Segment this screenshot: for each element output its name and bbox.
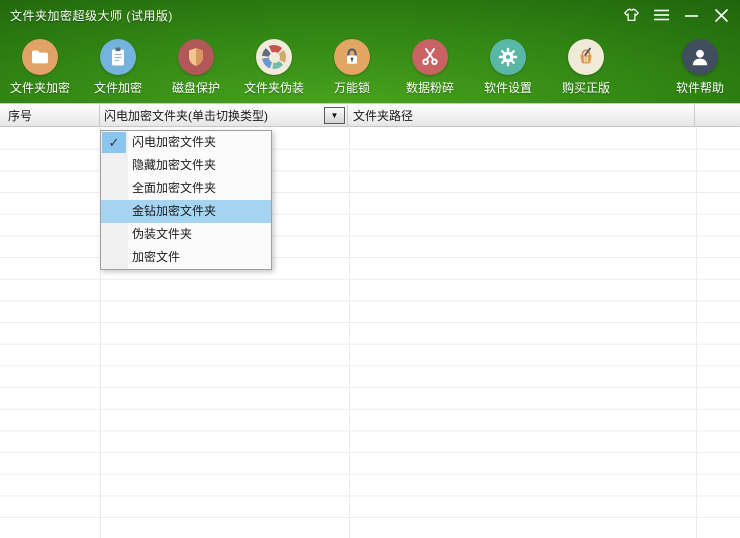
clipboard-icon	[100, 39, 136, 75]
column-header-label: 序号	[8, 107, 32, 124]
toolbar-label: 文件加密	[94, 79, 142, 96]
toolbar-label: 文件夹加密	[10, 79, 70, 96]
menu-item-label: 隐藏加密文件夹	[132, 158, 216, 172]
close-button[interactable]	[710, 4, 732, 26]
column-header-encrypt-type[interactable]: 闪电加密文件夹(单击切换类型) ▼	[100, 105, 348, 126]
toolbar-label: 磁盘保护	[172, 79, 220, 96]
minimize-button[interactable]	[680, 4, 702, 26]
app-header: 文件夹加密超级大师 (试用版) 文件夹加密	[0, 0, 740, 104]
toolbar-label: 购买正版	[562, 79, 610, 96]
minimize-icon	[684, 8, 699, 22]
scissors-icon	[412, 39, 448, 75]
toolbar-file-encrypt[interactable]: 文件加密	[84, 39, 152, 96]
list-header: 序号 闪电加密文件夹(单击切换类型) ▼ 文件夹路径	[0, 105, 740, 127]
skin-shirt-icon	[622, 7, 641, 23]
menu-item-diamond-encrypt-folder[interactable]: 金钻加密文件夹	[101, 200, 271, 223]
menu-item-flash-encrypt-folder[interactable]: ✓ 闪电加密文件夹	[101, 131, 271, 154]
toolbar-folder-encrypt[interactable]: 文件夹加密	[6, 39, 74, 96]
menu-item-label: 闪电加密文件夹	[132, 135, 216, 149]
column-divider	[349, 128, 350, 538]
chevron-down-icon: ▼	[331, 111, 339, 120]
toolbar-label: 万能锁	[334, 79, 370, 96]
menu-item-encrypt-file[interactable]: 加密文件	[101, 246, 271, 269]
menu-item-label: 伪装文件夹	[132, 227, 192, 241]
toolbar-settings[interactable]: 软件设置	[474, 39, 542, 96]
gear-icon	[490, 39, 526, 75]
basket-icon	[568, 39, 604, 75]
toolbar-buy-genuine[interactable]: 购买正版	[552, 39, 620, 96]
skin-button[interactable]	[620, 4, 642, 26]
column-header-folder-path: 文件夹路径	[348, 105, 695, 126]
close-icon	[714, 8, 729, 23]
toolbar-label: 软件设置	[484, 79, 532, 96]
toolbar-label: 文件夹伪装	[244, 79, 304, 96]
shield-icon	[178, 39, 214, 75]
menu-item-label: 金钻加密文件夹	[132, 204, 216, 218]
window-title: 文件夹加密超级大师 (试用版)	[0, 7, 173, 24]
window-controls	[620, 4, 740, 26]
toolbar-help[interactable]: 软件帮助	[666, 39, 734, 96]
menu-item-full-encrypt-folder[interactable]: 全面加密文件夹	[101, 177, 271, 200]
check-icon: ✓	[102, 132, 126, 153]
toolbar-label: 数据粉碎	[406, 79, 454, 96]
column-divider	[696, 128, 697, 538]
column-header-label: 闪电加密文件夹(单击切换类型)	[104, 107, 268, 124]
toolbar-data-shred[interactable]: 数据粉碎	[396, 39, 464, 96]
column-header-label: 文件夹路径	[353, 107, 413, 124]
type-dropdown-button[interactable]: ▼	[324, 107, 345, 124]
column-header-index: 序号	[0, 105, 100, 126]
menu-item-disguise-folder[interactable]: 伪装文件夹	[101, 223, 271, 246]
main-menu-button[interactable]	[650, 4, 672, 26]
encrypt-type-dropdown-menu: ✓ 闪电加密文件夹 隐藏加密文件夹 全面加密文件夹 金钻加密文件夹 伪装文件夹 …	[100, 130, 272, 270]
column-header-empty	[695, 105, 740, 126]
toolbar-folder-disguise[interactable]: 文件夹伪装	[240, 39, 308, 96]
folder-icon	[22, 39, 58, 75]
toolbar-label: 软件帮助	[676, 79, 724, 96]
toolbar: 文件夹加密 文件加密 磁盘保护 文件夹伪装 万能锁	[0, 30, 740, 104]
menu-item-hidden-encrypt-folder[interactable]: 隐藏加密文件夹	[101, 154, 271, 177]
main-menu-icon	[653, 8, 670, 22]
color-ring-icon	[256, 39, 292, 75]
padlock-icon	[334, 39, 370, 75]
person-icon	[682, 39, 718, 75]
titlebar: 文件夹加密超级大师 (试用版)	[0, 0, 740, 30]
menu-item-label: 加密文件	[132, 250, 180, 264]
toolbar-disk-protect[interactable]: 磁盘保护	[162, 39, 230, 96]
menu-item-label: 全面加密文件夹	[132, 181, 216, 195]
toolbar-universal-lock[interactable]: 万能锁	[318, 39, 386, 96]
